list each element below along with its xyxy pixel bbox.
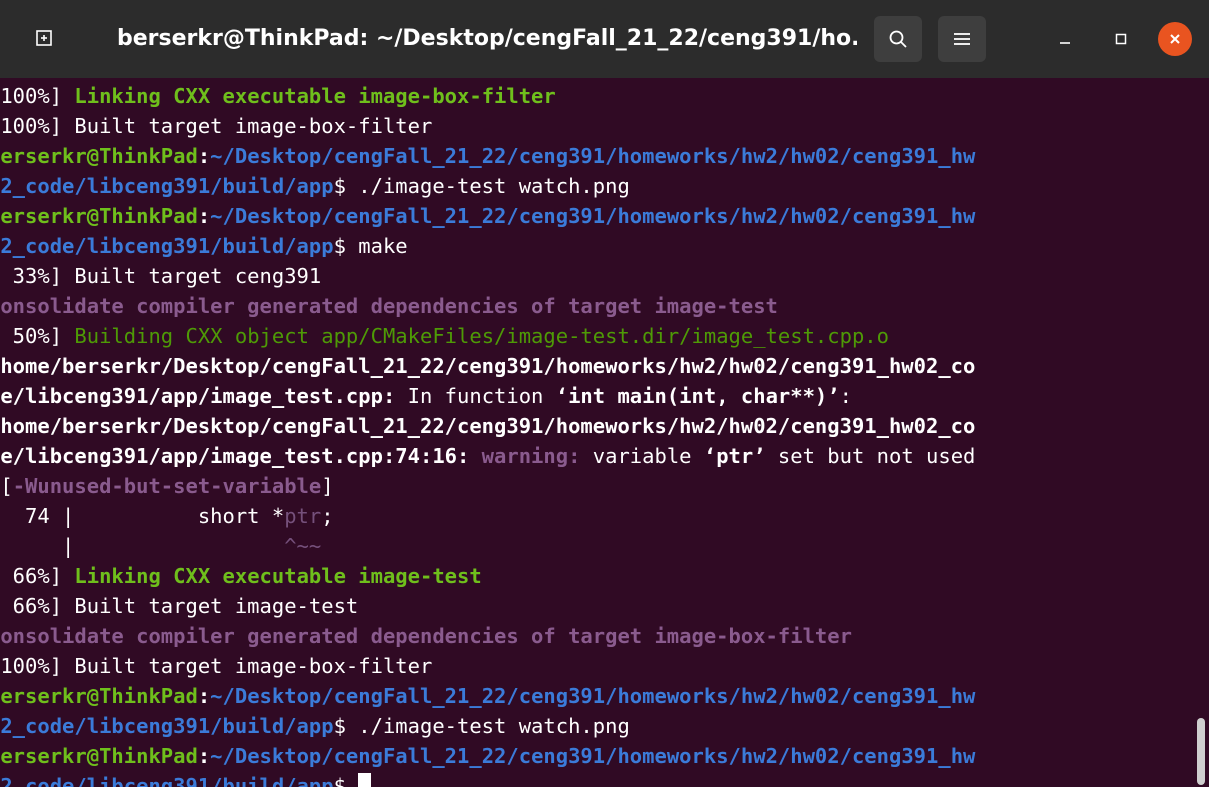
prompt-path: 02_code/libceng391/build/app [0, 234, 334, 258]
terminal-line: /home/berserkr/Desktop/cengFall_21_22/ce… [0, 351, 1194, 381]
building-text: Building CXX object app/CMakeFiles/image… [74, 324, 889, 348]
terminal-line: [100%] Built target image-box-filter [0, 651, 1194, 681]
prompt-path: 02_code/libceng391/build/app [0, 714, 334, 738]
prompt-line: berserkr@ThinkPad:~/Desktop/cengFall_21_… [0, 741, 1194, 771]
prompt-path: ~/Desktop/cengFall_21_22/ceng391/homewor… [210, 744, 976, 768]
terminal-line: [ 66%] Linking CXX executable image-test [0, 561, 1194, 591]
caret-marker-text: ^~~ [284, 534, 322, 558]
search-icon [889, 30, 907, 48]
new-tab-button[interactable] [22, 16, 68, 60]
minimize-button[interactable] [1048, 22, 1082, 56]
terminal-line: de/libceng391/app/image_test.cpp:74:16: … [0, 441, 1194, 471]
prompt-separator: : [197, 204, 211, 228]
prompt-line: 02_code/libceng391/build/app$ make [0, 231, 1194, 261]
progress-text: [ 50%] [0, 324, 63, 348]
file-path-text: /home/berserkr/Desktop/cengFall_21_22/ce… [0, 414, 976, 438]
minimize-icon [1060, 42, 1070, 44]
prompt-separator: : [197, 744, 211, 768]
built-target-text: [100%] Built target image-box-filter [0, 114, 433, 138]
linking-text: Linking CXX executable image-box-filter [74, 84, 556, 108]
prompt-path: 02_code/libceng391/build/app [0, 174, 334, 198]
close-button[interactable] [1158, 22, 1192, 56]
prompt-line: 02_code/libceng391/build/app$ ./image-te… [0, 171, 1194, 201]
prompt-path: ~/Desktop/cengFall_21_22/ceng391/homewor… [210, 204, 976, 228]
consolidate-text: Consolidate compiler generated dependenc… [0, 294, 778, 318]
file-path-text: de/libceng391/app/image_test.cpp:74:16: [0, 444, 470, 468]
prompt-user: berserkr@ThinkPad [0, 204, 198, 228]
terminal-line: de/libceng391/app/image_test.cpp: In fun… [0, 381, 1194, 411]
message-text: : [839, 384, 852, 408]
linking-text: Linking CXX executable image-test [74, 564, 482, 588]
new-tab-icon [36, 30, 52, 46]
window-title: berserkr@ThinkPad: ~/Desktop/cengFall_21… [117, 26, 857, 51]
terminal-line: [100%] Built target image-box-filter [0, 111, 1194, 141]
terminal-lines: [100%] Linking CXX executable image-box-… [0, 81, 1194, 787]
progress-text: [100%] [0, 84, 63, 108]
maximize-button[interactable] [1104, 22, 1138, 56]
built-target-text: [ 33%] Built target ceng391 [0, 264, 322, 288]
source-highlight-text: ptr [284, 504, 322, 528]
terminal-line: [-Wunused-but-set-variable] [0, 471, 1194, 501]
bracket-text: ] [321, 474, 334, 498]
terminal-line: 74 | short *ptr; [0, 501, 1194, 531]
file-path-text: de/libceng391/app/image_test.cpp: [0, 384, 396, 408]
built-target-text: [ 66%] Built target image-test [0, 594, 359, 618]
message-text: In function [395, 384, 556, 408]
built-target-text: [100%] Built target image-box-filter [0, 654, 433, 678]
function-signature-text: ‘int main(int, char**)’ [555, 384, 840, 408]
prompt-user: berserkr@ThinkPad [0, 144, 198, 168]
text-cursor [358, 773, 372, 787]
terminal-line: [ 66%] Built target image-test [0, 591, 1194, 621]
warning-label: warning: [469, 444, 581, 468]
source-line-text: ; [321, 504, 334, 528]
prompt-path: ~/Desktop/cengFall_21_22/ceng391/homewor… [210, 684, 976, 708]
prompt-line: 02_code/libceng391/build/app$ [0, 771, 1194, 787]
prompt-line: berserkr@ThinkPad:~/Desktop/cengFall_21_… [0, 141, 1194, 171]
variable-name-text: ‘ptr’ [703, 444, 766, 468]
command-text: $ make [333, 234, 408, 258]
terminal-line: | ^~~ [0, 531, 1194, 561]
menu-button[interactable] [938, 16, 986, 62]
bracket-text: [ [0, 474, 13, 498]
search-button[interactable] [874, 16, 922, 62]
message-text: variable [580, 444, 704, 468]
terminal-output-area[interactable]: [100%] Linking CXX executable image-box-… [0, 78, 1209, 787]
scrollbar-thumb[interactable] [1197, 718, 1205, 785]
prompt-path: ~/Desktop/cengFall_21_22/ceng391/homewor… [210, 144, 976, 168]
source-gutter-text: | [0, 534, 285, 558]
prompt-line: 02_code/libceng391/build/app$ ./image-te… [0, 711, 1194, 741]
terminal-line: [ 33%] Built target ceng391 [0, 261, 1194, 291]
warning-flag-text: -Wunused-but-set-variable [12, 474, 322, 498]
command-text: $ ./image-test watch.png [333, 714, 630, 738]
prompt-separator: : [197, 144, 211, 168]
maximize-icon [1115, 33, 1127, 45]
message-text: set but not used [765, 444, 976, 468]
title-bar[interactable]: berserkr@ThinkPad: ~/Desktop/cengFall_21… [0, 0, 1209, 78]
prompt-separator: : [197, 684, 211, 708]
terminal-line: Consolidate compiler generated dependenc… [0, 621, 1194, 651]
prompt-path: 02_code/libceng391/build/app [0, 774, 334, 787]
command-text: $ [333, 774, 359, 787]
progress-text: [ 66%] [0, 564, 63, 588]
terminal-window: berserkr@ThinkPad: ~/Desktop/cengFall_21… [0, 0, 1209, 787]
terminal-line: Consolidate compiler generated dependenc… [0, 291, 1194, 321]
source-line-text: 74 | short * [0, 504, 285, 528]
close-icon [1170, 34, 1180, 44]
terminal-line: [ 50%] Building CXX object app/CMakeFile… [0, 321, 1194, 351]
terminal-line: /home/berserkr/Desktop/cengFall_21_22/ce… [0, 411, 1194, 441]
consolidate-text: Consolidate compiler generated dependenc… [0, 624, 852, 648]
file-path-text: /home/berserkr/Desktop/cengFall_21_22/ce… [0, 354, 976, 378]
prompt-user: berserkr@ThinkPad [0, 744, 198, 768]
prompt-user: berserkr@ThinkPad [0, 684, 198, 708]
command-text: $ ./image-test watch.png [333, 174, 630, 198]
prompt-line: berserkr@ThinkPad:~/Desktop/cengFall_21_… [0, 681, 1194, 711]
terminal-line: [100%] Linking CXX executable image-box-… [0, 81, 1194, 111]
prompt-line: berserkr@ThinkPad:~/Desktop/cengFall_21_… [0, 201, 1194, 231]
hamburger-menu-icon [954, 33, 970, 45]
